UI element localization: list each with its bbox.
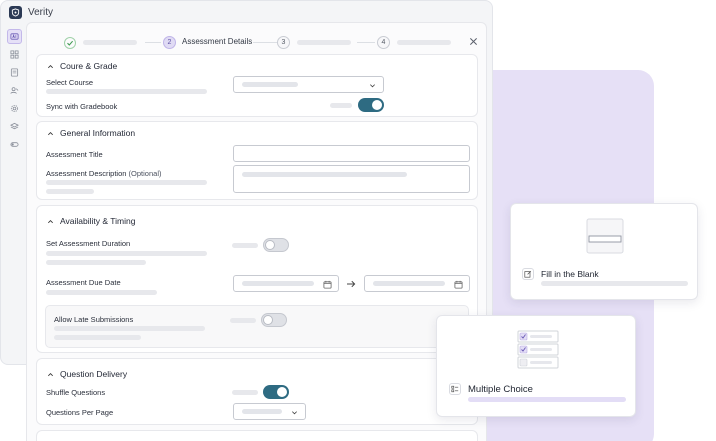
calendar-icon[interactable] bbox=[454, 280, 463, 289]
section-title: Question Delivery bbox=[60, 369, 128, 379]
assessment-description-label: Assessment Description (Optional) bbox=[46, 169, 161, 178]
card-title: Fill in the Blank bbox=[541, 269, 599, 279]
section-header[interactable]: General Information bbox=[47, 128, 135, 138]
optional-text: (Optional) bbox=[128, 169, 162, 178]
helper-text-placeholder bbox=[46, 180, 207, 185]
section-header[interactable]: Availability & Timing bbox=[47, 216, 135, 226]
shuffle-questions-label: Shuffle Questions bbox=[46, 388, 106, 397]
step-3-number[interactable]: 3 bbox=[277, 36, 290, 49]
collapsed-section bbox=[36, 430, 478, 441]
step-3-label-placeholder bbox=[297, 40, 351, 45]
sidebar bbox=[1, 23, 27, 364]
layers-icon[interactable] bbox=[7, 119, 22, 134]
step-1-label-placeholder bbox=[83, 40, 137, 45]
gear-icon[interactable] bbox=[7, 101, 22, 116]
step-4-label-placeholder bbox=[397, 40, 451, 45]
helper-text-placeholder bbox=[46, 189, 94, 194]
step-2-number[interactable]: 2 bbox=[163, 36, 176, 49]
section-header[interactable]: Question Delivery bbox=[47, 369, 127, 379]
helper-text-placeholder bbox=[54, 326, 205, 331]
checklist-illustration-icon bbox=[517, 330, 559, 369]
helper-text-placeholder bbox=[46, 290, 157, 295]
helper-text-placeholder bbox=[54, 335, 141, 340]
chevron-down-icon bbox=[292, 411, 297, 415]
step-connector bbox=[253, 42, 277, 43]
toggle-text-placeholder bbox=[232, 390, 258, 395]
assessment-title-label: Assessment Title bbox=[46, 150, 103, 159]
general-information-section: General Information Assessment Title Ass… bbox=[36, 121, 478, 200]
due-date-label: Assessment Due Date bbox=[46, 278, 121, 287]
step-2-label: Assessment Details bbox=[182, 37, 253, 46]
late-submissions-label: Allow Late Submissions bbox=[54, 315, 134, 324]
chevron-down-icon bbox=[370, 84, 375, 88]
sync-gradebook-toggle[interactable] bbox=[358, 98, 384, 112]
set-duration-label: Set Assessment Duration bbox=[46, 239, 131, 248]
assessment-wizard-panel: 2 Assessment Details 3 4 Coure & Grade S… bbox=[26, 22, 487, 441]
late-submissions-toggle[interactable] bbox=[261, 313, 287, 327]
assessment-description-textarea[interactable] bbox=[233, 165, 470, 193]
card-title: Multiple Choice bbox=[468, 384, 533, 395]
step-connector bbox=[357, 42, 375, 43]
helper-text-placeholder bbox=[46, 89, 207, 94]
fill-blank-illustration-icon bbox=[586, 218, 624, 254]
step-connector bbox=[145, 42, 161, 43]
app-title: Verity bbox=[28, 6, 54, 18]
assessment-title-input[interactable] bbox=[233, 145, 470, 162]
helper-text-placeholder bbox=[46, 251, 207, 256]
select-course-label: Select Course bbox=[46, 78, 94, 87]
toggle-text-placeholder bbox=[230, 318, 256, 323]
check-icon bbox=[67, 40, 74, 46]
toggle-icon[interactable] bbox=[7, 137, 22, 152]
edit-square-icon bbox=[522, 268, 534, 280]
chevron-up-icon bbox=[48, 219, 53, 223]
close-button[interactable] bbox=[467, 35, 479, 47]
shuffle-questions-toggle[interactable] bbox=[263, 385, 289, 399]
late-submissions-box: Allow Late Submissions bbox=[45, 305, 469, 348]
grid-icon[interactable] bbox=[7, 47, 22, 62]
toggle-text-placeholder bbox=[330, 103, 352, 108]
close-icon bbox=[469, 37, 477, 45]
calendar-icon[interactable] bbox=[323, 280, 332, 289]
checklist-icon bbox=[449, 383, 461, 395]
course-grade-section: Coure & Grade Select Course Sync with Gr… bbox=[36, 54, 478, 117]
section-title: General Information bbox=[60, 128, 136, 138]
chevron-up-icon bbox=[48, 131, 53, 135]
chevron-up-icon bbox=[48, 64, 53, 68]
step-1-completed[interactable] bbox=[64, 37, 76, 49]
chevron-up-icon bbox=[48, 372, 53, 376]
due-date-start-input[interactable] bbox=[233, 275, 339, 292]
users-icon[interactable] bbox=[7, 83, 22, 98]
shield-logo-icon bbox=[9, 5, 22, 19]
toggle-text-placeholder bbox=[232, 243, 258, 248]
questions-per-page-label: Questions Per Page bbox=[46, 408, 114, 417]
section-title: Availability & Timing bbox=[60, 216, 136, 226]
book-icon[interactable] bbox=[7, 65, 22, 80]
question-delivery-section: Question Delivery Shuffle Questions Ques… bbox=[36, 358, 478, 425]
section-title: Coure & Grade bbox=[60, 61, 118, 71]
fill-in-the-blank-card[interactable]: Fill in the Blank bbox=[510, 203, 698, 300]
card-description-placeholder bbox=[541, 281, 688, 286]
description-label-text: Assessment Description bbox=[46, 169, 127, 178]
due-date-end-input[interactable] bbox=[364, 275, 470, 292]
card-description-placeholder bbox=[468, 397, 626, 402]
set-duration-toggle[interactable] bbox=[263, 238, 289, 252]
step-4-number[interactable]: 4 bbox=[377, 36, 390, 49]
title-bar: Verity bbox=[1, 1, 492, 23]
multiple-choice-card[interactable]: Multiple Choice bbox=[436, 315, 636, 417]
ai-assistant-icon[interactable] bbox=[6, 29, 22, 44]
section-header[interactable]: Coure & Grade bbox=[47, 61, 117, 71]
availability-timing-section: Availability & Timing Set Assessment Dur… bbox=[36, 205, 478, 353]
stepper: 2 Assessment Details 3 4 bbox=[27, 23, 488, 53]
select-course-dropdown[interactable] bbox=[233, 76, 384, 93]
helper-text-placeholder bbox=[46, 260, 146, 265]
questions-per-page-dropdown[interactable] bbox=[233, 403, 306, 420]
sync-gradebook-label: Sync with Gradebook bbox=[46, 102, 118, 111]
arrow-right-icon bbox=[347, 280, 356, 288]
